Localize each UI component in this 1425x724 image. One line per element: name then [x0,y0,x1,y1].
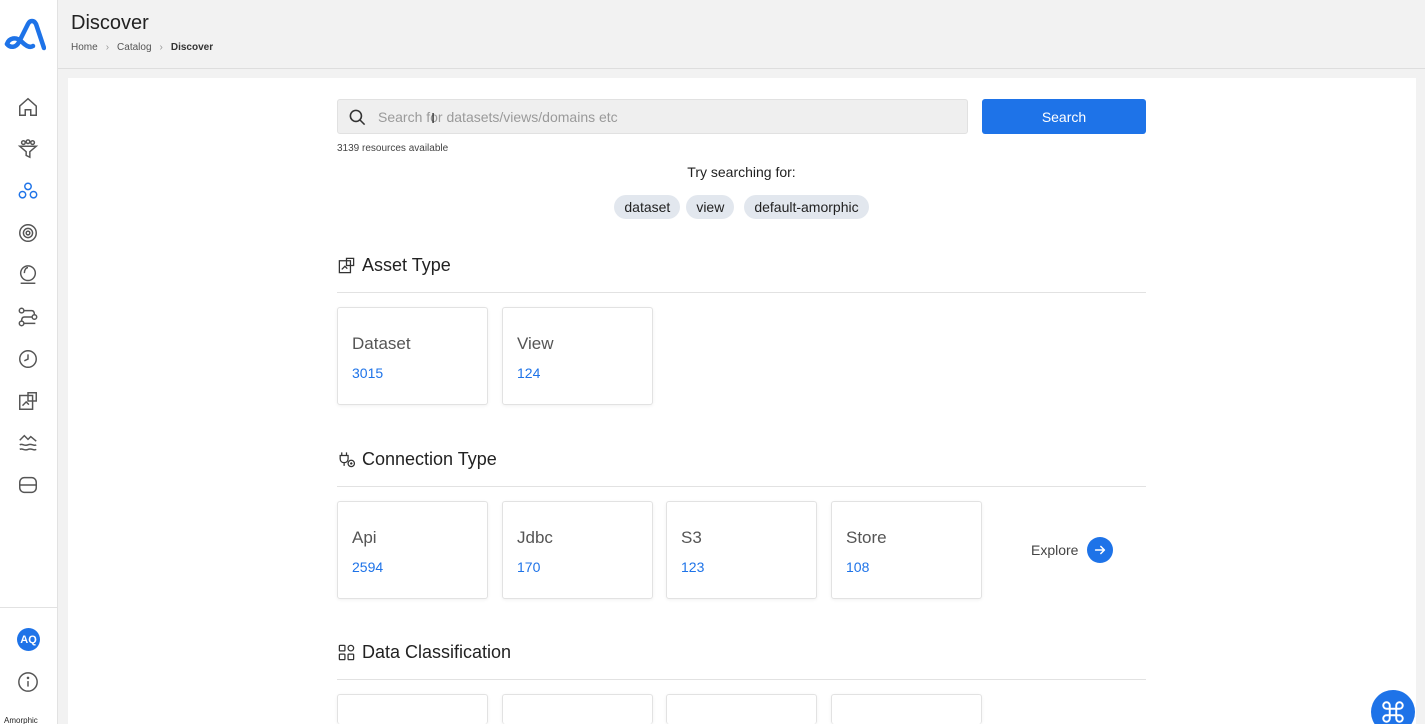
card-label: Api [352,528,377,547]
connection-type-title: Connection Type [362,449,497,469]
connection-card-s3[interactable]: S3 123 [666,501,817,599]
asset-type-heading: Asset Type [337,255,451,276]
arrow-right-icon[interactable] [1087,537,1114,563]
search-button[interactable]: Search [982,99,1146,134]
search-icon [349,109,366,126]
asset-card-dataset[interactable]: Dataset 3015 [337,307,488,405]
header-divider [58,68,1425,69]
amorphic-logo-icon[interactable] [4,18,46,54]
plug-icon [339,452,356,468]
classification-card[interactable] [666,694,817,724]
clock-icon[interactable] [16,347,40,371]
card-label: Jdbc [517,528,553,547]
text-cursor-icon: I [431,110,436,127]
lake-icon[interactable] [16,431,40,455]
classification-card[interactable] [337,694,488,724]
command-icon [1382,701,1404,723]
asset-card-view[interactable]: View 124 [502,307,653,405]
sidebar: AQ Amorphic [0,0,58,724]
card-count[interactable]: 3015 [352,365,383,381]
breadcrumb: Home › Catalog › Discover [71,42,213,53]
classification-card[interactable] [831,694,982,724]
suggestion-chip-dataset[interactable]: dataset [614,195,681,219]
chevron-right-icon: › [105,42,110,53]
card-label: Dataset [352,334,411,353]
card-label: View [517,334,554,353]
suggestion-chips: dataset view default-amorphic [337,195,1146,219]
card-count[interactable]: 124 [517,365,540,381]
card-count[interactable]: 108 [846,559,869,575]
catalog-icon[interactable] [16,179,40,203]
card-label: S3 [681,528,702,547]
breadcrumb-home[interactable]: Home [71,42,98,53]
settings-icon[interactable] [16,221,40,245]
data-classification-divider [337,679,1146,680]
breadcrumb-current: Discover [170,42,214,53]
asset-type-title: Asset Type [362,255,451,275]
home-icon[interactable] [16,95,40,119]
grid-icon [338,644,355,661]
storage-icon[interactable] [16,473,40,497]
suggestion-chip-default-amorphic[interactable]: default-amorphic [744,195,869,219]
card-count[interactable]: 170 [517,559,540,575]
chevron-right-icon: › [159,42,163,53]
card-count[interactable]: 2594 [352,559,383,575]
explore-label: Explore [1031,542,1079,558]
asset-type-divider [337,292,1146,293]
connection-card-jdbc[interactable]: Jdbc 170 [502,501,653,599]
info-icon[interactable] [17,671,39,693]
brand-name: Amorphic [4,716,38,724]
connection-type-divider [337,486,1146,487]
card-count[interactable]: 123 [681,559,704,575]
classification-card[interactable] [502,694,653,724]
suggestion-chip-view[interactable]: view [686,195,735,219]
connection-card-api[interactable]: Api 2594 [337,501,488,599]
resources-count: 3139 resources available [337,143,449,154]
try-searching-label: Try searching for: [687,164,796,180]
asset-icon[interactable] [16,389,40,413]
data-classification-title: Data Classification [362,642,512,662]
page-title: Discover [71,12,149,34]
sidebar-divider [0,607,57,608]
filter-icon[interactable] [16,137,40,161]
explore-button[interactable]: Explore [1031,537,1114,563]
card-label: Store [846,528,887,547]
avatar[interactable]: AQ [17,628,40,651]
search-input[interactable] [378,100,958,133]
connection-type-heading: Connection Type [337,449,497,470]
globe-icon[interactable] [16,263,40,287]
asset-type-icon [338,257,355,274]
connection-card-store[interactable]: Store 108 [831,501,982,599]
workflow-icon[interactable] [16,305,40,329]
data-classification-heading: Data Classification [337,642,511,663]
breadcrumb-catalog[interactable]: Catalog [117,42,151,53]
